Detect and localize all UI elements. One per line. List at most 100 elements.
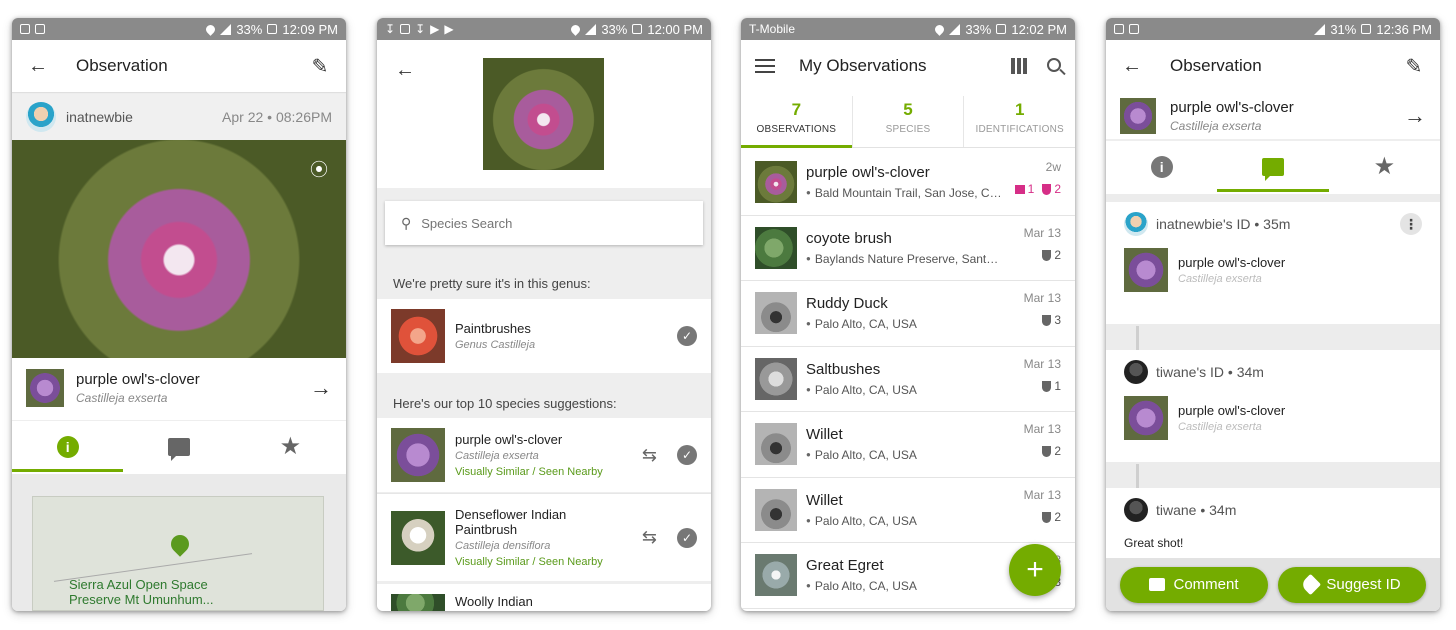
photo-header: ← — [377, 40, 711, 188]
list-item[interactable]: purple owl's-clover Bald Mountain Trail,… — [741, 150, 1075, 216]
list-item[interactable]: Saltbushes Palo Alto, CA, USA Mar 13 1 — [741, 347, 1075, 412]
check-circle-icon[interactable]: ✓ — [677, 326, 697, 346]
info-icon: i — [1150, 155, 1173, 178]
location-map[interactable]: Sierra Azul Open Space Preserve Mt Umunh… — [32, 496, 324, 611]
species-suggestions-screen: ↧ ↧ ▶ ▶ 33% 12:00 PM ← ⚲ We're pretty su… — [377, 18, 711, 611]
download-icon: ↧ — [415, 22, 426, 36]
genus-heading: We're pretty sure it's in this genus: — [393, 276, 591, 291]
taxon-scientific-name: Castilleja exserta — [76, 391, 168, 405]
tab-info[interactable]: i — [12, 421, 124, 472]
download-icon: ↧ — [385, 22, 396, 36]
observation-time: 2w — [1045, 160, 1061, 174]
observation-activity-screen: 31% 12:36 PM ← Observation ✎ purple owl'… — [1106, 18, 1440, 611]
taxon-scientific-name: Castilleja exserta — [1178, 273, 1262, 285]
action-bar: Comment Suggest ID — [1106, 558, 1440, 611]
list-item[interactable]: coyote brush Baylands Nature Preserve, S… — [741, 216, 1075, 281]
share-icon[interactable]: ⦿ — [308, 156, 330, 180]
battery-percent: 31% — [1330, 21, 1357, 37]
back-arrow-icon[interactable]: ← — [26, 54, 50, 78]
check-circle-icon[interactable]: ✓ — [677, 527, 697, 548]
observation-place: Palo Alto, CA, USA — [806, 383, 1002, 397]
id-count-icon — [1042, 315, 1052, 326]
list-item[interactable]: Willet Palo Alto, CA, USA Mar 13 2 — [741, 478, 1075, 543]
observation-place: Palo Alto, CA, USA — [806, 579, 1002, 593]
species-scientific-name: Castilleja densiflora — [455, 540, 551, 552]
comments-icon — [167, 437, 190, 461]
genus-suggestion[interactable]: Paintbrushes Genus Castilleja ✓ — [377, 299, 711, 373]
clock: 12:09 PM — [282, 21, 338, 37]
species-search-bar[interactable]: ⚲ — [385, 201, 703, 245]
search-icon: ⚲ — [401, 214, 412, 231]
tab-identifications[interactable]: 1 IDENTIFICATIONS — [964, 96, 1075, 147]
tab-count: 7 — [791, 100, 802, 119]
more-options-icon[interactable]: ⋮ — [1400, 213, 1422, 235]
species-common-name: Woolly Indian — [455, 594, 533, 609]
tab-favorites[interactable]: ★ — [235, 421, 346, 472]
tab-label: OBSERVATIONS — [756, 124, 837, 135]
observation-thumbnail — [755, 292, 797, 335]
observed-date: Apr 22 • 08:26PM — [222, 109, 332, 125]
taxon-row[interactable]: purple owl's-clover Castilleja exserta → — [1106, 92, 1440, 140]
tab-comments[interactable] — [1217, 141, 1329, 192]
signal-icon — [949, 23, 961, 35]
compare-icon[interactable]: ⇆ — [642, 527, 657, 548]
tab-species[interactable]: 5 SPECIES — [853, 96, 965, 147]
taxon-thumbnail — [1124, 396, 1168, 440]
observation-place: Palo Alto, CA, USA — [806, 514, 1002, 528]
tab-observations[interactable]: 7 OBSERVATIONS — [741, 96, 853, 148]
battery-icon — [632, 24, 643, 34]
map-section: Sierra Azul Open Space Preserve Mt Umunh… — [12, 474, 346, 611]
identification-card: inatnewbie's ID • 35m ⋮ purple owl's-clo… — [1106, 202, 1440, 324]
back-arrow-icon[interactable]: ← — [1120, 54, 1144, 78]
species-search-input[interactable] — [421, 215, 672, 231]
map-label-line1: Sierra Azul Open Space — [69, 577, 208, 592]
search-icon[interactable] — [1047, 58, 1061, 72]
identification-card: tiwane's ID • 34m purple owl's-clover Ca… — [1106, 350, 1440, 462]
tab-count: 1 — [1014, 100, 1025, 119]
taxon-thumbnail — [26, 369, 64, 407]
observation-photo[interactable]: ⦿ — [12, 140, 346, 358]
observer-row[interactable]: inatnewbie Apr 22 • 08:26PM — [12, 94, 346, 140]
id-count-icon — [1042, 380, 1052, 392]
tab-info[interactable]: i — [1106, 141, 1217, 192]
signal-icon — [220, 23, 232, 35]
comment-button[interactable]: Comment — [1120, 566, 1268, 603]
observation-thumbnail — [755, 554, 797, 597]
species-suggestion[interactable]: purple owl's-clover Castilleja exserta V… — [377, 418, 711, 492]
suggest-id-button[interactable]: Suggest ID — [1278, 566, 1426, 603]
observation-thumbnail — [755, 423, 797, 466]
taxon-scientific-name: Castilleja exserta — [1178, 421, 1262, 433]
activity-author: tiwane • 34m — [1156, 502, 1237, 518]
back-arrow-icon[interactable]: ← — [393, 58, 417, 82]
battery-percent: 33% — [965, 21, 992, 37]
check-circle-icon[interactable]: ✓ — [677, 445, 697, 465]
taxon-common-name: purple owl's-clover — [76, 371, 200, 388]
observation-place: Bald Mountain Trail, San Jose, CA, USA — [806, 186, 1002, 200]
list-item[interactable]: Willet Palo Alto, CA, USA Mar 13 2 — [741, 412, 1075, 478]
species-suggestion[interactable]: Denseflower Indian Paintbrush Castilleja… — [377, 493, 711, 581]
observation-place: Baylands Nature Preserve, Santa Clara, C… — [806, 252, 1002, 266]
arrow-right-icon[interactable]: → — [310, 375, 332, 401]
add-observation-button[interactable]: + — [1009, 544, 1061, 596]
edit-pencil-icon[interactable]: ✎ — [308, 54, 332, 78]
observation-thumbnail — [755, 226, 797, 269]
grid-view-icon[interactable] — [1011, 58, 1027, 74]
observation-thumbnail — [755, 488, 797, 531]
edit-pencil-icon[interactable]: ✎ — [1402, 54, 1426, 78]
species-common-name-line2: Paintbrush — [455, 522, 518, 537]
arrow-right-icon[interactable]: → — [1404, 103, 1426, 129]
tab-favorites[interactable]: ★ — [1329, 141, 1440, 192]
taxon-row[interactable]: purple owl's-clover Castilleja exserta → — [12, 358, 346, 418]
list-item[interactable]: Ruddy Duck Palo Alto, CA, USA Mar 13 3 — [741, 281, 1075, 347]
activity-feed: inatnewbie's ID • 35m ⋮ purple owl's-clo… — [1106, 194, 1440, 611]
compare-icon[interactable]: ⇆ — [642, 445, 657, 466]
app-bar: ← Observation ✎ — [1106, 40, 1440, 92]
species-suggestion[interactable]: Woolly Indian — [377, 584, 711, 611]
comment-count: 1 — [1027, 182, 1035, 196]
avatar — [1124, 212, 1148, 236]
battery-percent: 33% — [236, 21, 263, 37]
tab-comments[interactable] — [123, 421, 234, 472]
genus-common-name: Paintbrushes — [455, 321, 531, 336]
stats-tabs: 7 OBSERVATIONS 5 SPECIES 1 IDENTIFICATIO… — [741, 96, 1075, 148]
menu-icon[interactable] — [755, 59, 775, 73]
